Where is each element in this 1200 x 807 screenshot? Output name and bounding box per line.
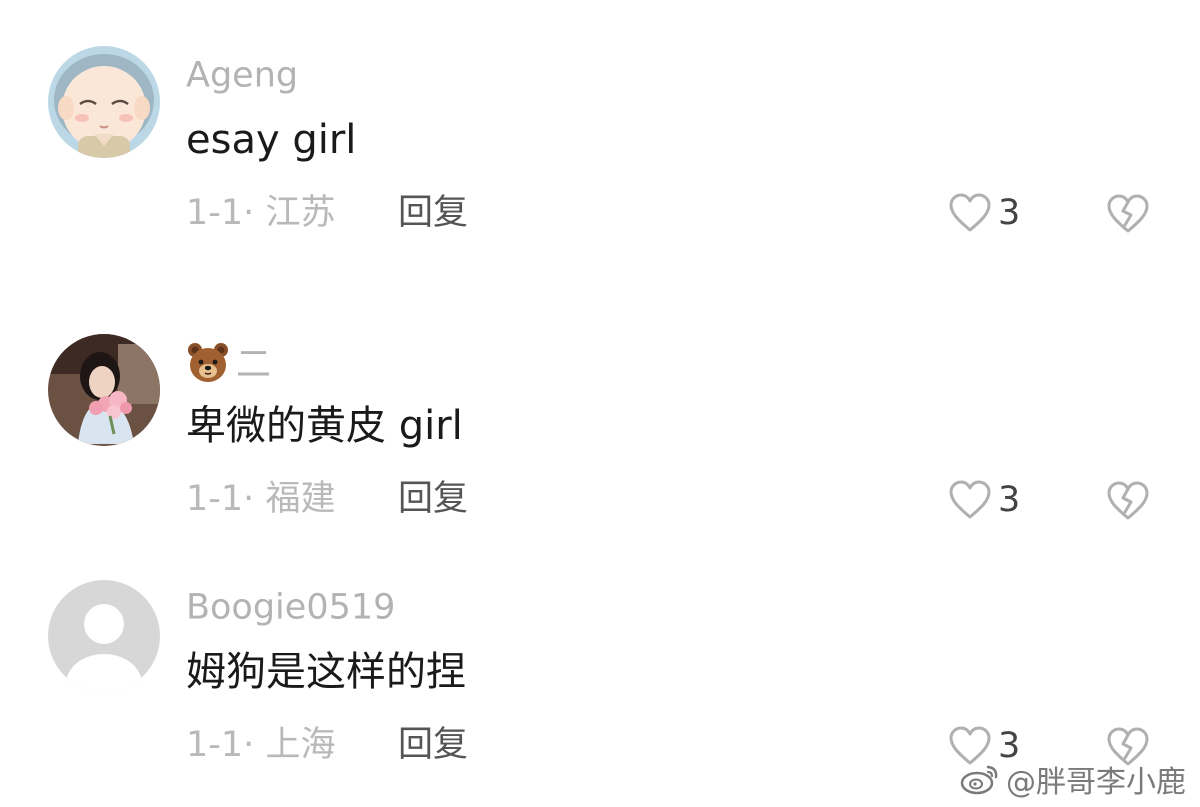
watermark: @胖哥李小鹿 xyxy=(960,757,1186,801)
default-avatar-image xyxy=(48,580,160,692)
comment-date: 1-1 xyxy=(186,725,244,765)
watermark-text: @胖哥李小鹿 xyxy=(1006,765,1186,800)
meta-separator: · xyxy=(243,725,255,765)
reply-button[interactable]: 回复 xyxy=(398,728,468,763)
username-text[interactable]: Boogie0519 xyxy=(186,588,395,628)
avatar[interactable] xyxy=(48,580,160,692)
username[interactable]: Boogie0519 xyxy=(186,590,395,626)
comment-meta: 1-1· 上海 xyxy=(186,728,335,763)
comment-text: 姆狗是这样的捏 xyxy=(186,649,466,695)
comment-location: 上海 xyxy=(265,725,336,765)
weibo-logo-icon xyxy=(960,765,998,795)
comment-item: Boogie0519 姆狗是这样的捏 1-1· 上海 回复 3 xyxy=(0,0,1200,807)
